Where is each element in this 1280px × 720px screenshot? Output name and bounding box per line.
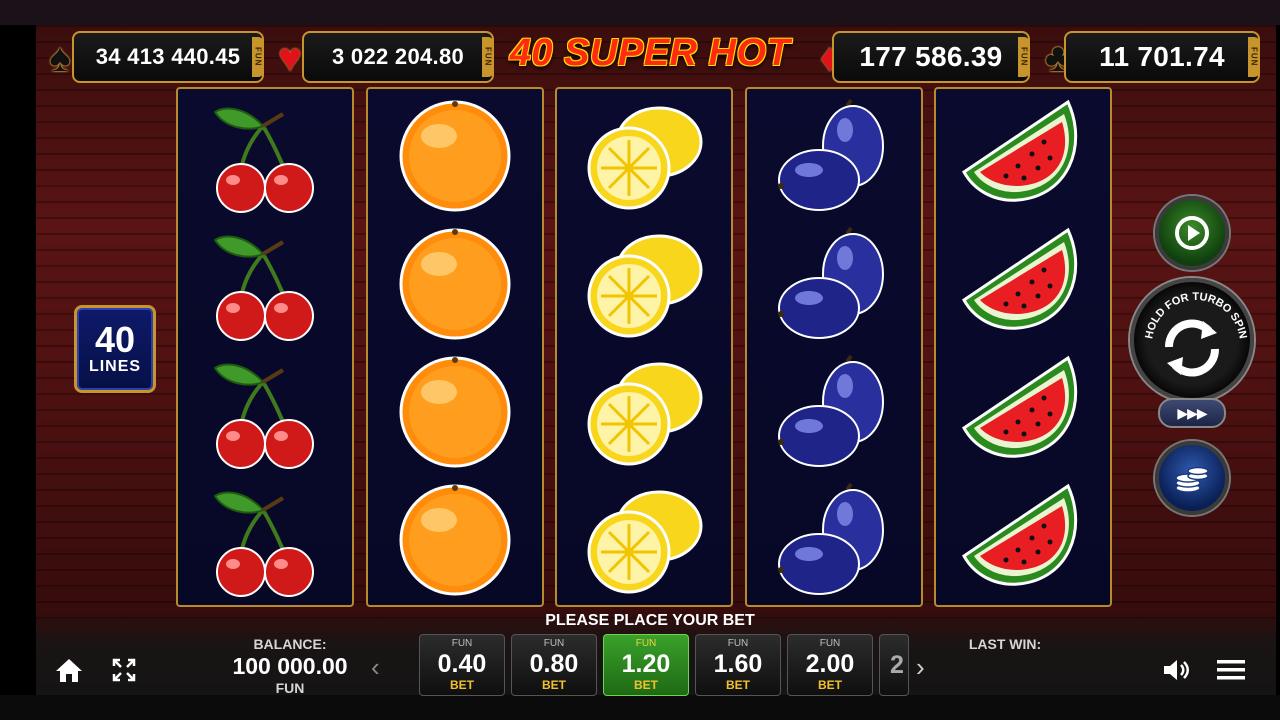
cherries-icon <box>213 235 314 341</box>
fullscreen-button[interactable] <box>106 652 142 688</box>
bet-option-selected[interactable]: FUN 1.20 BET <box>603 634 689 696</box>
bet-stack-button[interactable] <box>1155 441 1229 515</box>
game-title: 40 SUPER HOT <box>509 32 791 74</box>
lemon-icon <box>587 490 703 594</box>
reel-4 <box>745 87 923 607</box>
watermelon-icon <box>962 355 1078 458</box>
orange-symbol <box>368 475 542 603</box>
watermelon-symbol <box>936 91 1110 219</box>
cherries-symbol <box>178 475 352 603</box>
reel-1 <box>176 87 354 607</box>
speaker-icon <box>1164 660 1189 680</box>
plum-symbol <box>747 347 921 475</box>
sound-button[interactable] <box>1158 652 1194 688</box>
bet-scroll-right-button[interactable]: › <box>916 652 925 683</box>
plum-icon <box>778 354 884 467</box>
jackpot-diamond: 177 586.39 FUN <box>832 31 1030 83</box>
bottom-strip <box>0 695 1280 720</box>
plum-symbol <box>747 91 921 219</box>
bet-prompt: PLEASE PLACE YOUR BET <box>545 612 755 629</box>
orange-icon <box>399 484 511 596</box>
spin-button[interactable]: HOLD FOR TURBO SPIN <box>1130 278 1254 402</box>
jackpot-heart-value: 3 022 204.80 <box>331 44 465 69</box>
bet-option-partial[interactable]: 2 <box>879 634 909 696</box>
last-win-label: LAST WIN: <box>968 636 1042 652</box>
turbo-button[interactable]: ▶▶▶ <box>1158 398 1226 428</box>
plum-icon <box>778 482 884 595</box>
plum-icon <box>778 226 884 339</box>
balance-currency: FUN <box>275 680 305 696</box>
orange-symbol <box>368 347 542 475</box>
jackpot-spade: 34 413 440.45 FUN <box>72 31 264 83</box>
jackpot-diamond-tag: FUN <box>1018 37 1030 77</box>
balance-label: BALANCE: <box>253 636 327 652</box>
jackpot-club-value: 11 701.74 <box>1099 41 1225 72</box>
orange-symbol <box>368 91 542 219</box>
orange-icon <box>399 100 511 212</box>
watermelon-icon <box>962 227 1078 330</box>
watermelon-symbol <box>936 347 1110 475</box>
bet-option[interactable]: FUN 0.40 BET <box>419 634 505 696</box>
watermelon-icon <box>962 99 1078 202</box>
autoplay-button[interactable] <box>1155 196 1229 270</box>
lines-label: LINES <box>88 358 142 375</box>
lines-badge: 40 LINES <box>74 305 156 393</box>
jackpot-heart-tag: FUN <box>482 37 494 77</box>
reel-3 <box>555 87 733 607</box>
jackpot-diamond-value: 177 586.39 <box>859 41 1003 72</box>
cherries-icon <box>213 491 314 597</box>
lemon-symbol <box>557 219 731 347</box>
lemon-icon <box>587 234 703 338</box>
lines-count: 40 <box>94 319 136 360</box>
lemon-icon <box>587 362 703 466</box>
lemon-symbol <box>557 475 731 603</box>
jackpot-spade-value: 34 413 440.45 <box>95 44 241 69</box>
orange-icon <box>399 356 511 468</box>
plum-symbol <box>747 475 921 603</box>
cherries-icon <box>213 107 314 213</box>
cherries-symbol <box>178 347 352 475</box>
jackpot-heart: 3 022 204.80 FUN <box>302 31 494 83</box>
cherries-icon <box>213 363 314 469</box>
bet-option[interactable]: FUN 1.60 BET <box>695 634 781 696</box>
fullscreen-icon <box>112 658 136 682</box>
watermelon-icon <box>962 483 1078 586</box>
reel-5 <box>934 87 1112 607</box>
jackpot-club-tag: FUN <box>1248 37 1260 77</box>
orange-icon <box>399 228 511 340</box>
top-bar <box>0 0 1280 25</box>
plum-icon <box>778 98 884 211</box>
reel-2 <box>366 87 544 607</box>
watermelon-symbol <box>936 475 1110 603</box>
orange-symbol <box>368 219 542 347</box>
home-button[interactable] <box>51 652 87 688</box>
home-icon <box>56 659 82 682</box>
watermelon-symbol <box>936 219 1110 347</box>
jackpot-club: 11 701.74 FUN <box>1064 31 1260 83</box>
spin-icon <box>1164 319 1220 377</box>
replay-icon <box>1175 216 1209 250</box>
jackpot-spade-tag: FUN <box>252 37 264 77</box>
balance-value: 100 000.00 <box>232 653 348 679</box>
coins-icon <box>1175 466 1209 493</box>
cherries-symbol <box>178 91 352 219</box>
lemon-symbol <box>557 347 731 475</box>
bet-option[interactable]: FUN 0.80 BET <box>511 634 597 696</box>
cherries-symbol <box>178 219 352 347</box>
bet-option[interactable]: FUN 2.00 BET <box>787 634 873 696</box>
bet-scroll-left-button[interactable]: ‹ <box>371 652 380 683</box>
lemon-symbol <box>557 91 731 219</box>
hamburger-icon <box>1217 660 1245 680</box>
plum-symbol <box>747 219 921 347</box>
lemon-icon <box>587 106 703 210</box>
menu-button[interactable] <box>1213 652 1249 688</box>
